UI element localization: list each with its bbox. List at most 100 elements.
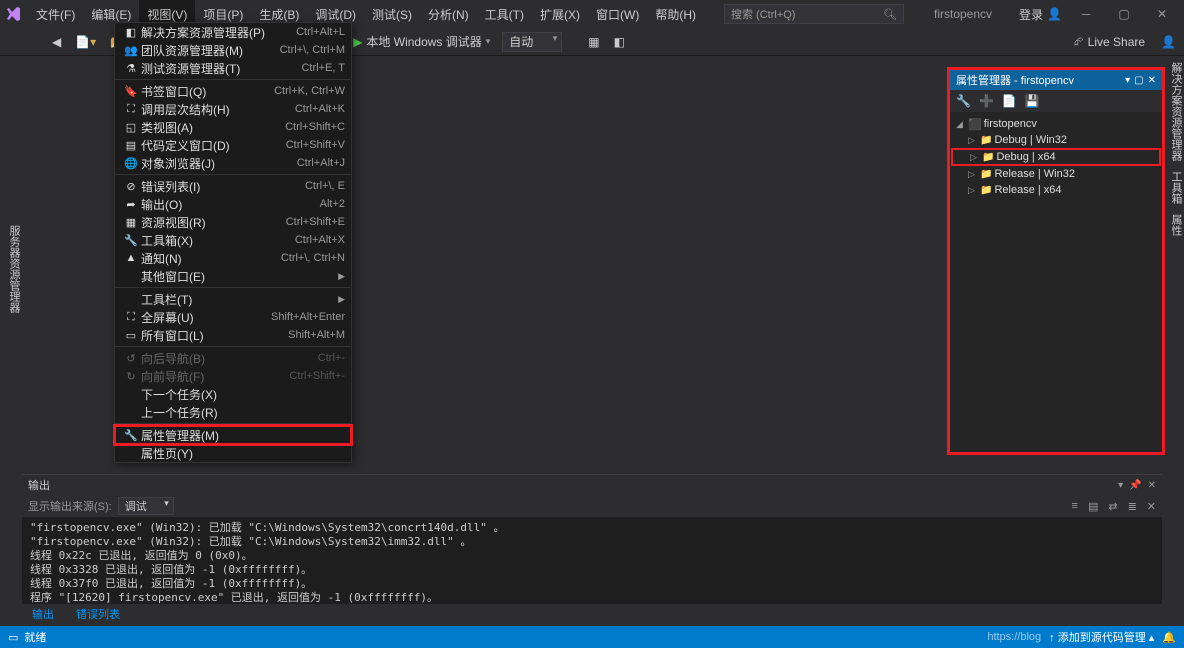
right-rail-solution[interactable]: 解决方案资源管理器 — [1162, 62, 1184, 161]
live-share-button[interactable]: ⮳ Live Share 👤 — [1074, 34, 1184, 49]
menu-item[interactable]: 👥团队资源管理器(M)Ctrl+\, Ctrl+M — [115, 41, 351, 59]
output-source-dropdown[interactable]: 调试 — [118, 497, 174, 515]
menu-window[interactable]: 窗口(W) — [588, 0, 647, 28]
status-bar: ▭ 就绪 https://blog ↑ 添加到源代码管理 ▴ 🔔 — [0, 626, 1184, 648]
menu-item[interactable]: 其他窗口(E)▶ — [115, 267, 351, 285]
menu-item[interactable]: ▦资源视图(R)Ctrl+Shift+E — [115, 213, 351, 231]
menu-item[interactable]: ➦输出(O)Alt+2 — [115, 195, 351, 213]
tool-icon[interactable]: ▤ — [1088, 500, 1098, 513]
menu-icon: ▤ — [121, 139, 141, 152]
save-icon[interactable]: 💾 — [1025, 94, 1040, 108]
menu-icon: ▭ — [121, 329, 141, 342]
tool-icon[interactable]: ✕ — [1147, 500, 1156, 513]
close-button[interactable]: ✕ — [1148, 0, 1176, 28]
menu-item[interactable]: 工具栏(T)▶ — [115, 290, 351, 308]
menu-item[interactable]: ▲通知(N)Ctrl+\, Ctrl+N — [115, 249, 351, 267]
property-tree: ◢⬛ firstopencv▷📁 Debug | Win32▷📁 Debug |… — [950, 112, 1162, 202]
back-button[interactable]: ◀ — [48, 31, 65, 53]
menu-item[interactable]: ⚗测试资源管理器(T)Ctrl+E, T — [115, 59, 351, 77]
tab-errorlist[interactable]: 错误列表 — [66, 604, 130, 624]
dropdown-icon[interactable]: ▾ — [1125, 75, 1130, 86]
menu-item[interactable]: 上一个任务(R) — [115, 403, 351, 421]
search-input[interactable]: 搜索 (Ctrl+Q) 🔍︎ — [724, 4, 904, 24]
menu-analyze[interactable]: 分析(N) — [420, 0, 477, 28]
status-ready: ▭ 就绪 — [8, 629, 46, 645]
source-control-button[interactable]: ↑ 添加到源代码管理 ▴ — [1049, 629, 1154, 645]
menu-item[interactable]: ⛶全屏幕(U)Shift+Alt+Enter — [115, 308, 351, 326]
menu-item: ↺向后导航(B)Ctrl+- — [115, 349, 351, 367]
menu-item[interactable]: ⛶调用层次结构(H)Ctrl+Alt+K — [115, 100, 351, 118]
menu-icon: ◧ — [121, 26, 141, 39]
menu-item[interactable]: ▤代码定义窗口(D)Ctrl+Shift+V — [115, 136, 351, 154]
menu-file[interactable]: 文件(F) — [28, 0, 83, 28]
person-icon: 👤 — [1047, 7, 1062, 21]
add-icon[interactable]: ➕ — [979, 94, 994, 108]
property-manager-panel: 属性管理器 - firstopencv ▾ ▢ ✕ 🔧 ➕ 📄 💾 ◢⬛ fir… — [950, 70, 1162, 452]
tree-root[interactable]: ◢⬛ firstopencv — [950, 116, 1162, 132]
tool-icon[interactable]: ≡ — [1072, 500, 1078, 513]
output-toolbar: 显示输出来源(S): 调试 ≡ ▤ ⇄ ≣ ✕ — [22, 495, 1162, 517]
dropdown-icon[interactable]: ▾ — [1118, 480, 1123, 491]
menu-item[interactable]: ⊘错误列表(I)Ctrl+\, E — [115, 177, 351, 195]
menu-icon: 🔧 — [121, 429, 141, 442]
minimize-button[interactable]: ─ — [1072, 0, 1100, 28]
pin-icon[interactable]: 📌 — [1129, 480, 1141, 491]
menu-item[interactable]: 🔖书签窗口(Q)Ctrl+K, Ctrl+W — [115, 82, 351, 100]
menu-extensions[interactable]: 扩展(X) — [532, 0, 588, 28]
right-rail: 解决方案资源管理器 工具箱 属性 — [1162, 56, 1184, 476]
menu-item[interactable]: ▭所有窗口(L)Shift+Alt+M — [115, 326, 351, 344]
menu-icon: ▲ — [121, 252, 141, 264]
menu-icon: 🔖 — [121, 85, 141, 98]
tree-config-item[interactable]: ▷📁 Release | Win32 — [950, 166, 1162, 182]
menu-icon: ➦ — [121, 198, 141, 211]
output-source-label: 显示输出来源(S): — [28, 498, 112, 514]
person-icon: 👤 — [1161, 35, 1176, 49]
output-header: 输出 ▾ 📌 ✕ — [22, 475, 1162, 495]
pin-icon[interactable]: ▢ — [1134, 75, 1143, 86]
panel-title-bar[interactable]: 属性管理器 - firstopencv ▾ ▢ ✕ — [950, 70, 1162, 90]
menu-icon: ↻ — [121, 370, 141, 383]
close-icon[interactable]: ✕ — [1148, 75, 1156, 86]
menu-icon: 👥 — [121, 44, 141, 57]
right-rail-properties[interactable]: 属性 — [1162, 214, 1184, 236]
menu-icon: ↺ — [121, 352, 141, 365]
right-rail-toolbox[interactable]: 工具箱 — [1162, 171, 1184, 204]
tool-icon-a[interactable]: ▦ — [584, 31, 603, 53]
tree-config-item[interactable]: ▷📁 Debug | x64 — [952, 149, 1160, 165]
share-icon: ⮳ — [1074, 34, 1084, 49]
menu-item[interactable]: ◱类视图(A)Ctrl+Shift+C — [115, 118, 351, 136]
menu-item[interactable]: ◧解决方案资源管理器(P)Ctrl+Alt+L — [115, 23, 351, 41]
menu-item: ↻向前导航(F)Ctrl+Shift+- — [115, 367, 351, 385]
wrench-icon[interactable]: 🔧 — [956, 94, 971, 108]
view-dropdown-menu: ◧解决方案资源管理器(P)Ctrl+Alt+L👥团队资源管理器(M)Ctrl+\… — [114, 22, 352, 463]
login-button[interactable]: 登录 👤 — [1019, 6, 1062, 23]
menu-item[interactable]: 🌐对象浏览器(J)Ctrl+Alt+J — [115, 154, 351, 172]
tab-output[interactable]: 输出 — [22, 604, 64, 624]
sheet-icon[interactable]: 📄 — [1002, 94, 1017, 108]
start-debug-button[interactable]: ▶ 本地 Windows 调试器 ▾ — [347, 33, 496, 50]
tool-icon[interactable]: ⇄ — [1108, 500, 1117, 513]
menu-icon: ⊘ — [121, 180, 141, 193]
tool-icon[interactable]: ≣ — [1128, 500, 1137, 513]
output-text[interactable]: "firstopencv.exe" (Win32): 已加载 "C:\Windo… — [22, 517, 1162, 609]
menu-item[interactable]: 🔧属性管理器(M) — [115, 426, 351, 444]
menu-test[interactable]: 测试(S) — [364, 0, 420, 28]
menu-item[interactable]: 属性页(Y) — [115, 444, 351, 462]
bell-icon[interactable]: 🔔 — [1162, 631, 1176, 644]
config-dropdown[interactable]: 自动 — [502, 32, 562, 52]
tree-config-item[interactable]: ▷📁 Release | x64 — [950, 182, 1162, 198]
tree-config-item[interactable]: ▷📁 Debug | Win32 — [950, 132, 1162, 148]
menu-item[interactable]: 下一个任务(X) — [115, 385, 351, 403]
menu-icon: ⛶ — [121, 311, 141, 324]
search-placeholder: 搜索 (Ctrl+Q) — [731, 6, 795, 22]
menu-item[interactable]: 🔧工具箱(X)Ctrl+Alt+X — [115, 231, 351, 249]
maximize-button[interactable]: ▢ — [1110, 0, 1138, 28]
left-rail-tab[interactable]: 服务器资源管理器 — [0, 56, 22, 476]
menu-icon: 🔧 — [121, 234, 141, 247]
menu-tools[interactable]: 工具(T) — [477, 0, 532, 28]
menu-help[interactable]: 帮助(H) — [647, 0, 704, 28]
new-button[interactable]: 📄▾ — [71, 31, 100, 53]
tool-icon-b[interactable]: ◧ — [610, 31, 629, 53]
panel-toolbar: 🔧 ➕ 📄 💾 — [950, 90, 1162, 112]
close-icon[interactable]: ✕ — [1148, 480, 1156, 491]
